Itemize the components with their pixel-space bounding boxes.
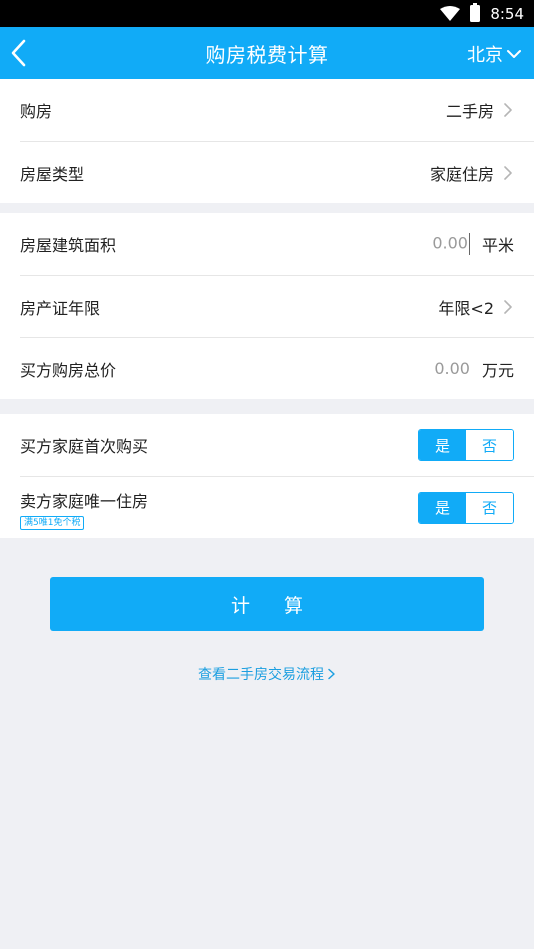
battery-icon xyxy=(470,3,481,22)
status-time: 8:54 xyxy=(490,4,524,23)
chevron-right-icon xyxy=(328,668,335,680)
area-unit: 平米 xyxy=(481,236,514,255)
only-house-no[interactable]: 否 xyxy=(466,492,513,523)
tax-exempt-tag: 满5唯1免个税 xyxy=(20,516,85,530)
chevron-right-icon xyxy=(504,165,512,180)
total-price-unit: 万元 xyxy=(481,360,514,380)
page-title: 购房税费计算 xyxy=(205,42,329,67)
chevron-right-icon xyxy=(504,103,512,117)
first-purchase-yes[interactable]: 是 xyxy=(419,430,466,460)
total-price-row: 买方购房总价 0.00 万元 xyxy=(20,337,534,399)
house-type-value: 家庭住房 xyxy=(429,164,494,184)
area-input[interactable]: 0.00 xyxy=(432,233,470,255)
status-bar: 8:54 xyxy=(0,0,534,27)
cert-years-label: 房产证年限 xyxy=(20,298,101,318)
only-house-label: 卖方家庭唯一住房 xyxy=(20,492,149,511)
total-price-label: 买方购房总价 xyxy=(20,360,117,380)
only-house-row: 卖方家庭唯一住房 满5唯1免个税 是 否 xyxy=(20,476,534,538)
navbar: 购房税费计算 北京 xyxy=(0,27,534,79)
calculate-button[interactable]: 计 算 xyxy=(50,577,484,631)
first-purchase-no[interactable]: 否 xyxy=(466,430,513,460)
first-purchase-label: 买方家庭首次购买 xyxy=(20,437,149,456)
city-selector[interactable]: 北京 xyxy=(467,41,522,67)
wifi-icon xyxy=(440,5,461,21)
purchase-row[interactable]: 购房 二手房 xyxy=(20,79,534,141)
purchase-group: 购房 二手房 房屋类型 家庭住房 xyxy=(0,79,534,203)
property-group: 房屋建筑面积 0.00 平米 房产证年限 年限<2 买方购房总价 0.00 万元 xyxy=(0,213,534,399)
chevron-down-icon xyxy=(507,50,521,58)
purchase-label: 购房 xyxy=(20,102,53,121)
purchase-value: 二手房 xyxy=(445,102,494,121)
house-type-row[interactable]: 房屋类型 家庭住房 xyxy=(20,141,534,203)
first-purchase-toggle: 是 否 xyxy=(418,429,514,461)
only-house-toggle: 是 否 xyxy=(418,491,514,524)
cert-years-value: 年限<2 xyxy=(438,298,494,318)
total-price-input[interactable]: 0.00 xyxy=(434,359,470,378)
first-purchase-row: 买方家庭首次购买 是 否 xyxy=(20,414,534,476)
family-group: 买方家庭首次购买 是 否 卖方家庭唯一住房 满5唯1免个税 是 否 xyxy=(0,414,534,538)
city-label: 北京 xyxy=(467,45,503,66)
house-type-label: 房屋类型 xyxy=(20,164,85,184)
transaction-flow-link[interactable]: 查看二手房交易流程 xyxy=(0,664,534,684)
chevron-right-icon xyxy=(504,299,512,314)
only-house-yes[interactable]: 是 xyxy=(419,492,466,523)
back-icon[interactable] xyxy=(8,37,30,69)
area-row: 房屋建筑面积 0.00 平米 xyxy=(20,213,534,275)
area-label: 房屋建筑面积 xyxy=(20,236,117,255)
flow-link-label: 查看二手房交易流程 xyxy=(198,667,324,683)
cert-years-row[interactable]: 房产证年限 年限<2 xyxy=(20,275,534,337)
